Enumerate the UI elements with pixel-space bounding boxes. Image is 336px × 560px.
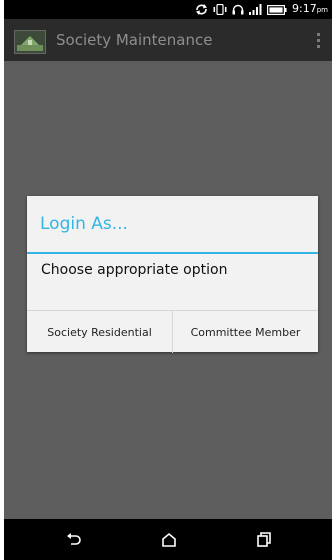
app-title: Society Maintenance <box>56 31 213 49</box>
clock-ampm: pm <box>316 6 328 14</box>
dialog-title-divider <box>27 252 318 254</box>
signal-icon <box>249 4 262 15</box>
login-dialog: Login As... Choose appropriate option So… <box>27 196 318 353</box>
navigation-bar <box>4 519 332 560</box>
dialog-message: Choose appropriate option <box>41 262 228 278</box>
committee-member-button[interactable]: Committee Member <box>172 311 318 353</box>
sync-icon <box>196 4 208 15</box>
home-icon[interactable] <box>159 530 179 550</box>
overflow-menu-icon[interactable] <box>310 28 326 52</box>
battery-icon <box>267 4 287 15</box>
app-logo[interactable] <box>14 30 46 54</box>
status-bar: 9:17pm <box>4 0 332 19</box>
status-icons: 9:17pm <box>195 2 328 17</box>
status-time: 9:17pm <box>292 1 328 18</box>
back-icon[interactable] <box>64 530 84 550</box>
clock-time: 9:17 <box>292 2 317 15</box>
dialog-button-bar: Society Residential Committee Member <box>27 310 318 353</box>
dialog-title: Login As... <box>40 214 128 234</box>
phone-screen: 9:17pm Society Maintenance Login As... C… <box>4 0 332 560</box>
recent-apps-icon[interactable] <box>254 530 274 550</box>
vibrate-icon <box>213 4 227 15</box>
headset-icon <box>232 4 244 15</box>
action-bar: Society Maintenance <box>4 19 332 61</box>
society-residential-button[interactable]: Society Residential <box>27 311 172 353</box>
